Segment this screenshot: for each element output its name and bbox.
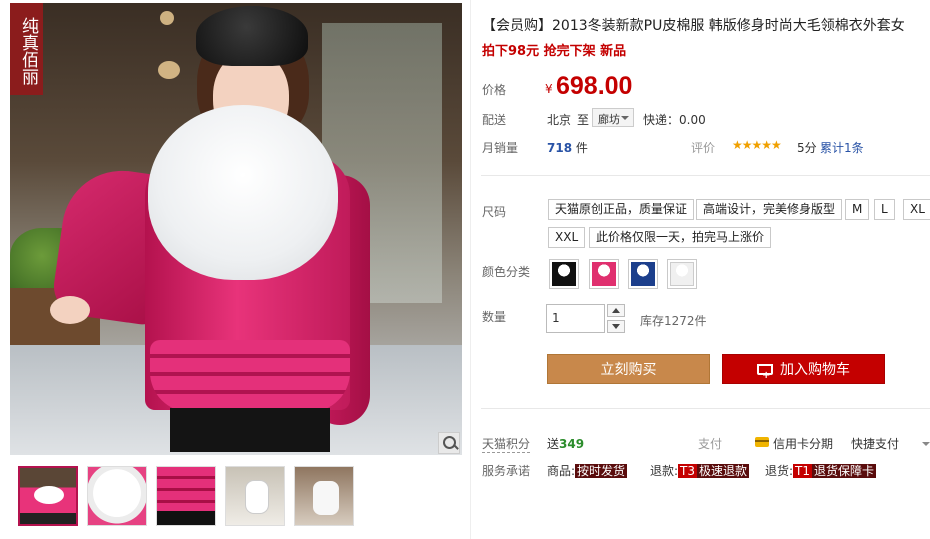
- background-light: [160, 11, 174, 25]
- add-to-cart-button[interactable]: 加入购物车: [722, 354, 885, 391]
- service-goods-label: 商品:: [547, 464, 576, 478]
- color-swatch-blue[interactable]: [628, 259, 658, 289]
- chevron-down-icon[interactable]: [922, 442, 930, 446]
- color-swatch-white[interactable]: [667, 259, 697, 289]
- color-swatch-black[interactable]: [549, 259, 579, 289]
- thumbnail-3[interactable]: [156, 466, 216, 526]
- chevron-down-icon: [621, 116, 629, 120]
- service-return-label: 退货:: [765, 464, 794, 478]
- color-swatch-rose-red[interactable]: [589, 259, 619, 289]
- size-option-l[interactable]: L: [874, 199, 895, 220]
- divider: [481, 175, 930, 176]
- service-refund-badge: T3: [678, 464, 698, 478]
- service-return: 退货: T1 退货保障卡: [765, 462, 877, 479]
- size-option-m[interactable]: M: [845, 199, 870, 220]
- size-option-xl[interactable]: XL: [903, 199, 930, 220]
- payment-label: 支付: [698, 437, 723, 451]
- divider: [481, 408, 930, 409]
- express-fee: 快递：0.00: [643, 113, 706, 127]
- thumbnail-1[interactable]: [18, 466, 78, 526]
- cart-icon: [757, 361, 773, 391]
- stock-count: 库存1272件: [640, 314, 707, 328]
- quantity-increase-button[interactable]: [607, 304, 625, 317]
- review-label: 评价: [691, 141, 716, 155]
- size-option[interactable]: 高端设计，完美修身版型: [696, 199, 843, 220]
- rating-score: 5分: [797, 141, 817, 155]
- credit-installment-link[interactable]: 信用卡分期: [773, 435, 833, 452]
- ship-to-word: 至: [577, 113, 590, 127]
- sales-unit: 件: [575, 141, 588, 155]
- service-goods: 商品: 按时发货: [547, 462, 628, 479]
- credit-card-icon: [755, 437, 769, 447]
- quantity-decrease-button[interactable]: [607, 320, 625, 333]
- size-label: 尺码: [482, 205, 507, 219]
- points-prefix: 送: [547, 437, 560, 451]
- price-value: 698.00: [556, 72, 633, 100]
- service-refund-tag[interactable]: 极速退款: [697, 464, 750, 478]
- zoom-icon[interactable]: [438, 432, 460, 454]
- buy-now-button[interactable]: 立刻购买: [547, 354, 710, 384]
- service-return-tag[interactable]: 退货保障卡: [812, 464, 877, 478]
- service-refund-label: 退款:: [650, 464, 679, 478]
- thumbnail-strip: [18, 466, 354, 526]
- tmall-points-label[interactable]: 天猫积分: [482, 435, 531, 453]
- model-coat-ruffle: [150, 340, 350, 412]
- currency-symbol: ¥: [545, 82, 553, 96]
- destination-city-value: 廊坊: [598, 113, 620, 126]
- destination-city-select[interactable]: 廊坊: [592, 108, 634, 127]
- product-subtitle: 拍下98元 抢完下架 新品: [482, 44, 627, 59]
- model-fur-collar: [148, 105, 338, 280]
- size-option[interactable]: 天猫原创正品，质量保证: [548, 199, 695, 220]
- monthly-sales-label: 月销量: [482, 141, 519, 155]
- price-label: 价格: [482, 83, 507, 97]
- model-hand: [50, 296, 90, 324]
- points-value: 349: [559, 437, 585, 451]
- service-goods-tag[interactable]: 按时发货: [575, 464, 628, 478]
- size-option[interactable]: 此价格仅限一天，拍完马上涨价: [589, 227, 772, 248]
- ship-from-city: 北京: [547, 113, 572, 127]
- service-return-badge: T1: [793, 464, 813, 478]
- color-label: 颜色分类: [482, 265, 531, 279]
- add-to-cart-label: 加入购物车: [780, 362, 850, 378]
- thumbnail-2[interactable]: [87, 466, 147, 526]
- brand-logo-tag: 纯真佰丽: [10, 3, 43, 95]
- review-count-link[interactable]: 累计1条: [820, 139, 864, 156]
- quick-pay-link[interactable]: 快捷支付: [851, 435, 899, 452]
- thumbnail-5[interactable]: [294, 466, 354, 526]
- background-light: [158, 61, 180, 79]
- model-skirt: [170, 408, 330, 452]
- rating-stars-icon: ★★★★★: [732, 138, 782, 152]
- service-label: 服务承诺: [482, 464, 531, 478]
- quantity-input[interactable]: 1: [546, 304, 605, 333]
- thumbnail-4[interactable]: [225, 466, 285, 526]
- tmall-points: 送349: [547, 435, 584, 452]
- shipping-label: 配送: [482, 113, 507, 127]
- service-refund: 退款: T3 极速退款: [650, 462, 750, 479]
- quantity-label: 数量: [482, 310, 507, 324]
- size-option-xxl[interactable]: XXL: [548, 227, 586, 248]
- monthly-sales: 718 件: [547, 139, 588, 156]
- column-divider: [470, 0, 471, 539]
- product-title: 【会员购】2013冬装新款PU皮棉服 韩版修身时尚大毛领棉衣外套女: [482, 18, 905, 34]
- sales-count: 718: [547, 141, 573, 155]
- model-hat: [196, 6, 308, 66]
